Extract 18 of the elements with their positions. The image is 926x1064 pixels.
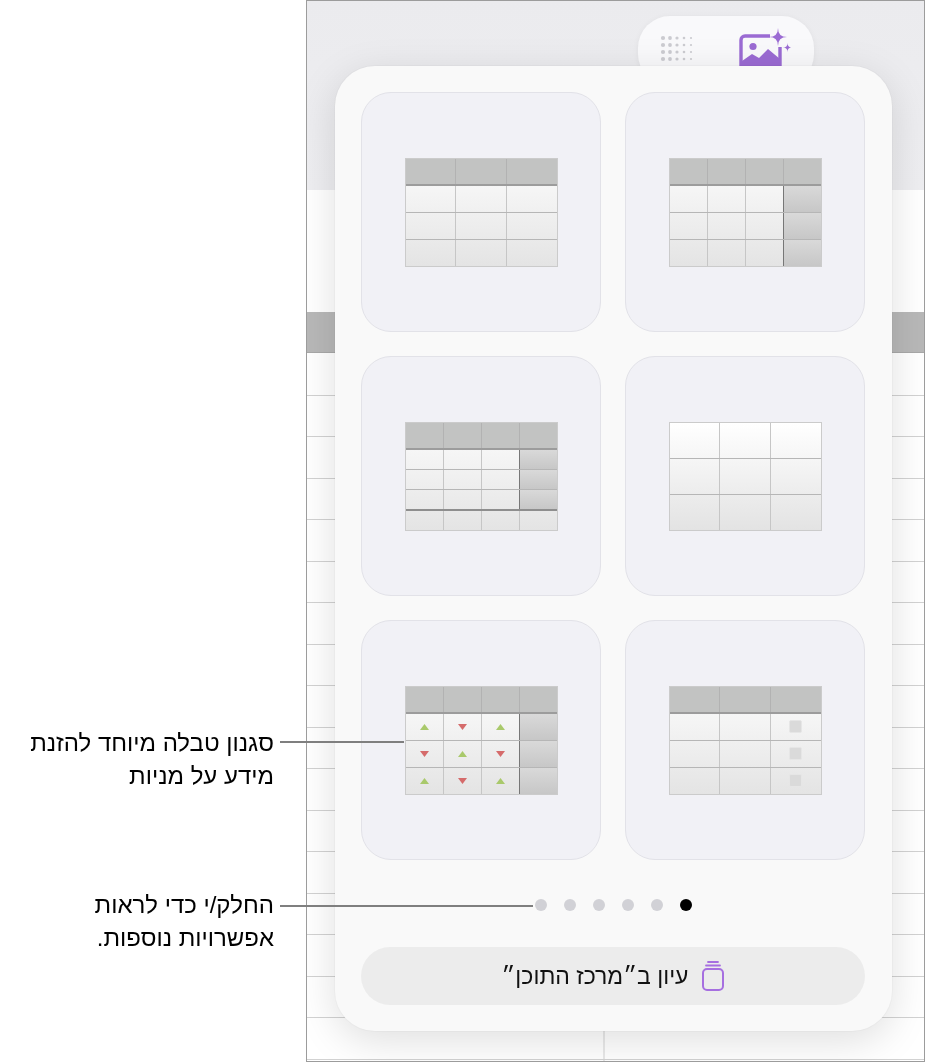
table-style-tile[interactable] — [361, 356, 601, 596]
page-dot[interactable] — [679, 899, 692, 911]
callout-text: החלק/י כדי לראות אפשרויות נוספות. — [93, 890, 274, 953]
table-style-tile[interactable] — [625, 620, 865, 860]
image-sparkle-icon[interactable] — [739, 28, 791, 66]
page-dot[interactable] — [563, 899, 576, 911]
table-style-tile[interactable] — [361, 92, 601, 332]
content-center-button[interactable]: עיון ב״מרכז התוכן״ — [361, 947, 865, 1005]
page-dot[interactable] — [534, 899, 547, 911]
page-dot[interactable] — [650, 899, 663, 911]
table-style-tile[interactable] — [625, 356, 865, 596]
table-style-tile[interactable] — [625, 92, 865, 332]
stack-icon — [700, 960, 725, 992]
callout-text: סגנון טבלה מיוחד להזנת מידע על מניות — [29, 728, 274, 791]
page-dot[interactable] — [592, 899, 605, 911]
table-style-tile[interactable] — [361, 620, 601, 860]
page-dot[interactable] — [621, 899, 634, 911]
dot-grid-icon[interactable] — [660, 35, 694, 63]
